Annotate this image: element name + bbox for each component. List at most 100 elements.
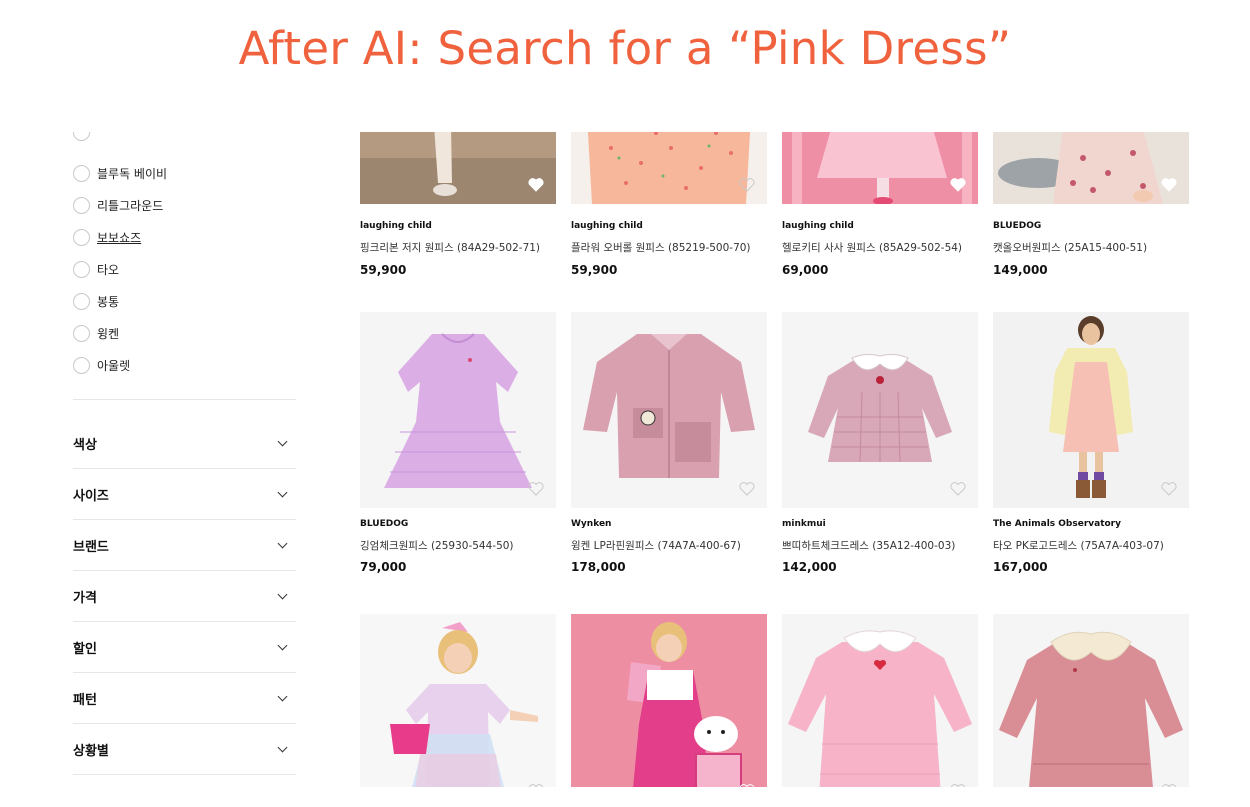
product-name[interactable]: 타오 PK로고드레스 (75A7A-403-07) — [993, 538, 1164, 553]
product-image[interactable] — [360, 132, 556, 204]
product-image[interactable] — [571, 312, 767, 508]
product-card[interactable] — [571, 614, 767, 787]
product-price: 79,000 — [360, 560, 407, 574]
radio-icon[interactable] — [73, 132, 90, 141]
product-card[interactable]: The Animals Observatory 타오 PK로고드레스 (75A7… — [993, 312, 1189, 574]
heart-icon[interactable] — [1161, 482, 1177, 496]
product-price: 167,000 — [993, 560, 1048, 574]
brand-filter[interactable]: 블루독 베이비 — [73, 163, 167, 183]
product-image[interactable] — [782, 614, 978, 787]
product-image[interactable] — [360, 312, 556, 508]
product-image[interactable] — [993, 614, 1189, 787]
radio-icon[interactable] — [73, 164, 90, 182]
product-image[interactable] — [571, 614, 767, 787]
radio-icon[interactable] — [73, 356, 90, 374]
chevron-down-icon — [277, 436, 288, 446]
radio-icon[interactable] — [73, 260, 90, 278]
product-image[interactable] — [993, 312, 1189, 508]
product-image[interactable] — [571, 132, 767, 204]
filter-group-color[interactable]: 색상 — [73, 418, 296, 469]
product-card[interactable]: BLUEDOG 깅엄체크원피스 (25930-544-50) 79,000 — [360, 312, 556, 574]
product-brand: laughing child — [782, 221, 854, 231]
product-name[interactable]: 핑크리본 저지 원피스 (84A29-502-71) — [360, 240, 540, 255]
brand-filter[interactable]: 타오 — [73, 259, 119, 279]
product-price: 149,000 — [993, 263, 1048, 277]
filter-group-title: 가격 — [73, 590, 97, 606]
heart-icon[interactable] — [528, 482, 544, 496]
product-photo — [782, 132, 978, 204]
product-image[interactable] — [782, 132, 978, 204]
product-photo — [993, 312, 1189, 508]
heart-icon[interactable] — [1161, 178, 1177, 192]
heart-icon[interactable] — [950, 178, 966, 192]
brand-filter-label: 봉통 — [97, 294, 120, 309]
radio-icon[interactable] — [73, 196, 90, 214]
product-card[interactable]: Wynken 윙켄 LP라핀원피스 (74A7A-400-67) 178,000 — [571, 312, 767, 574]
heart-icon[interactable] — [528, 178, 544, 192]
filter-group-price[interactable]: 가격 — [73, 571, 296, 622]
product-name[interactable]: 깅엄체크원피스 (25930-544-50) — [360, 538, 514, 553]
product-photo — [360, 312, 556, 508]
filter-group-occasion[interactable]: 상황별 — [73, 724, 296, 775]
chevron-down-icon — [277, 640, 288, 650]
brand-filter[interactable]: 봉통 — [73, 291, 119, 311]
product-card[interactable]: BLUEDOG 캣올오버원피스 (25A15-400-51) 149,000 — [993, 132, 1189, 277]
brand-filter[interactable]: 윙켄 — [73, 323, 119, 343]
product-card[interactable] — [993, 614, 1189, 787]
heart-icon[interactable] — [1161, 784, 1177, 787]
product-card[interactable]: laughing child 플라워 오버롤 원피스 (85219-500-70… — [571, 132, 767, 277]
product-card[interactable]: laughing child 헬로키티 사사 원피스 (85A29-502-54… — [782, 132, 978, 277]
product-card[interactable] — [782, 614, 978, 787]
heart-icon[interactable] — [739, 178, 755, 192]
product-card[interactable]: minkmui 쁘띠하트체크드레스 (35A12-400-03) 142,000 — [782, 312, 978, 574]
heart-icon[interactable] — [950, 784, 966, 787]
filter-group-title: 패턴 — [73, 692, 97, 708]
product-card[interactable]: laughing child 핑크리본 저지 원피스 (84A29-502-71… — [360, 132, 556, 277]
radio-icon[interactable] — [73, 324, 90, 342]
chevron-down-icon — [277, 589, 288, 599]
brand-filter[interactable]: 리틀그라운드 — [73, 195, 163, 215]
product-name[interactable]: 헬로키티 사사 원피스 (85A29-502-54) — [782, 240, 962, 255]
chevron-down-icon — [277, 691, 288, 701]
product-name[interactable]: 플라워 오버롤 원피스 (85219-500-70) — [571, 240, 751, 255]
product-name[interactable]: 캣올오버원피스 (25A15-400-51) — [993, 240, 1147, 255]
product-price: 59,900 — [571, 263, 618, 277]
product-image[interactable] — [360, 614, 556, 787]
filter-group-brand[interactable]: 브랜드 — [73, 520, 296, 571]
product-image[interactable] — [782, 312, 978, 508]
filter-group-pattern[interactable]: 패턴 — [73, 673, 296, 724]
radio-icon[interactable] — [73, 292, 90, 310]
product-photo — [782, 614, 978, 787]
product-image[interactable] — [993, 132, 1189, 204]
product-name[interactable]: 쁘띠하트체크드레스 (35A12-400-03) — [782, 538, 955, 553]
product-brand: The Animals Observatory — [993, 519, 1121, 529]
brand-filter-clipped[interactable] — [73, 132, 97, 142]
heart-icon[interactable] — [950, 482, 966, 496]
heart-icon[interactable] — [528, 784, 544, 787]
brand-filter[interactable]: 아울렛 — [73, 355, 130, 375]
product-photo — [782, 312, 978, 508]
product-photo — [571, 132, 767, 204]
brand-filter-label: 윙켄 — [97, 326, 120, 341]
filter-group-discount[interactable]: 할인 — [73, 622, 296, 673]
chevron-down-icon — [277, 538, 288, 548]
filter-group-title: 브랜드 — [73, 539, 109, 555]
product-photo — [360, 614, 556, 787]
heart-icon[interactable] — [739, 482, 755, 496]
radio-icon[interactable] — [73, 228, 90, 246]
product-card[interactable] — [360, 614, 556, 787]
chevron-down-icon — [277, 742, 288, 752]
brand-filter[interactable]: 보보쇼즈 — [73, 227, 141, 247]
filter-group-title: 할인 — [73, 641, 97, 657]
brand-filter-label: 타오 — [97, 262, 120, 277]
chevron-down-icon — [277, 487, 288, 497]
sidebar-divider — [73, 399, 296, 400]
product-brand: laughing child — [571, 221, 643, 231]
product-name[interactable]: 윙켄 LP라핀원피스 (74A7A-400-67) — [571, 538, 741, 553]
brand-filter-label: 아울렛 — [97, 358, 131, 373]
filter-group-size[interactable]: 사이즈 — [73, 469, 296, 520]
product-photo — [993, 614, 1189, 787]
brand-filter-label: 보보쇼즈 — [97, 230, 142, 245]
product-price: 142,000 — [782, 560, 837, 574]
heart-icon[interactable] — [739, 784, 755, 787]
